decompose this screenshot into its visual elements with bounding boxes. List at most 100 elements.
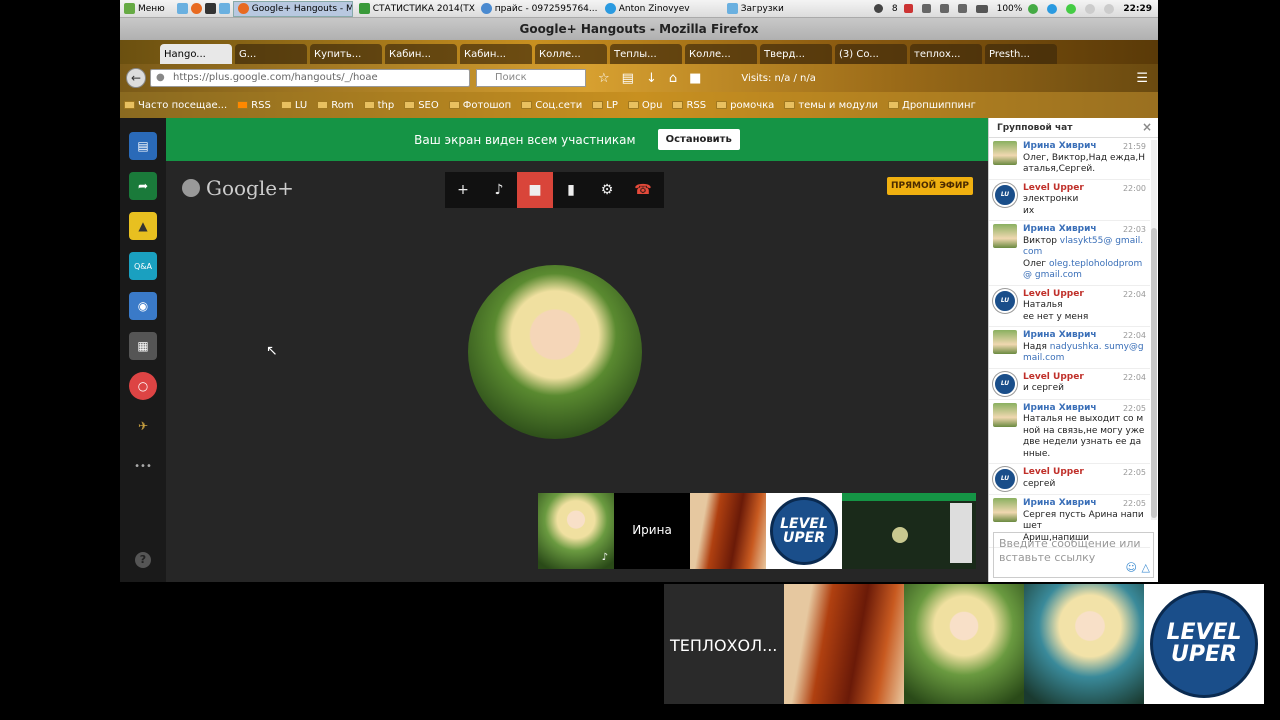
notification-icon[interactable] <box>873 4 883 13</box>
drive-icon[interactable]: △ <box>1142 561 1150 575</box>
lifebuoy-app-icon[interactable]: ○ <box>129 372 157 400</box>
tab-2[interactable]: G... <box>235 44 307 64</box>
participant-thumbnail-irina-video[interactable]: ♪ <box>538 493 614 569</box>
terminal-icon[interactable] <box>204 3 216 14</box>
tab-7[interactable]: Теплы... <box>610 44 682 64</box>
tab-hangouts[interactable]: Hango... <box>160 44 232 64</box>
chat-app-icon[interactable]: ▤ <box>129 132 157 160</box>
back-arrow-icon: ← <box>130 71 142 85</box>
live-broadcast-button[interactable]: ПРЯМОЙ ЭФИР <box>887 177 973 195</box>
bookmark-opu[interactable]: Opu <box>627 100 662 111</box>
chat-title: Групповой чат <box>997 123 1073 133</box>
wifi-icon[interactable] <box>939 4 949 13</box>
clock-text[interactable]: 22:29 <box>1123 4 1152 14</box>
taskbar-window-statistika[interactable]: СТАТИСТИКА 2014(ТХ... <box>355 1 475 17</box>
tab-12[interactable]: Presth... <box>985 44 1057 64</box>
participant-tile-teploholod[interactable]: ТЕПЛОХОЛ... <box>664 584 784 704</box>
url-bar[interactable]: ● https://plus.google.com/hangouts/_/hoae <box>150 69 470 87</box>
back-button[interactable]: ← <box>126 68 146 88</box>
navigation-toolbar: ← ● https://plus.google.com/hangouts/_/ho… <box>120 64 1158 92</box>
tab-9[interactable]: Тверд... <box>760 44 832 64</box>
bookmark-photoshop[interactable]: Фотошоп <box>448 100 511 111</box>
bookmark-star-icon[interactable]: ☆ <box>598 71 610 86</box>
chat-message: LU Level Upper 22:04 Наталья ее нет у меня <box>989 286 1150 327</box>
qa-app-icon[interactable]: Q&A <box>129 252 157 280</box>
bookmark-themes[interactable]: темы и модули <box>784 100 878 111</box>
search-input[interactable]: Поиск <box>476 69 586 87</box>
taskbar-window-downloads[interactable]: Загрузки <box>723 1 843 17</box>
firefox-launcher-icon[interactable] <box>190 3 202 14</box>
tab-6[interactable]: Колле... <box>535 44 607 64</box>
bookmark-lp[interactable]: LP <box>592 100 618 111</box>
participant-thumbnail-3[interactable] <box>690 493 766 569</box>
battery-icon[interactable] <box>975 4 988 13</box>
taskbar-window-hangouts[interactable]: Google+ Hangouts - M... <box>232 0 353 17</box>
camera-app-icon[interactable]: ◉ <box>129 292 157 320</box>
tab-5[interactable]: Кабин... <box>460 44 532 64</box>
keyboard-layout-icon[interactable] <box>903 4 913 13</box>
screenshare-app-icon[interactable]: ➦ <box>129 172 157 200</box>
bookmark-lu[interactable]: LU <box>280 100 307 111</box>
taskbar-window-prais[interactable]: прайс - 0972595764... <box>477 1 599 17</box>
participant-tile-level-upper[interactable]: LEVEL UPER <box>1144 584 1264 704</box>
camera-off-icon[interactable]: ■ <box>517 172 553 208</box>
level-upper-logo: LEVEL UPER <box>1150 590 1258 698</box>
tag-app-icon[interactable]: ▲ <box>129 212 157 240</box>
bookmark-social[interactable]: Соц.сети <box>521 100 582 111</box>
addon-icon[interactable]: ■ <box>689 71 701 86</box>
participant-thumbnail-level-upper[interactable]: LEVEL UPER <box>766 493 842 569</box>
folder-icon <box>592 101 604 109</box>
home-icon[interactable]: ⌂ <box>669 71 677 86</box>
mute-microphone-icon[interactable]: ♪ <box>481 172 517 208</box>
emoji-icon[interactable]: ☺ <box>1126 561 1137 575</box>
participant-tile-2[interactable] <box>784 584 904 704</box>
chat-message-input[interactable]: Введите сообщение или вставьте ссылку ☺ … <box>993 532 1154 578</box>
tab-10[interactable]: (3) Co... <box>835 44 907 64</box>
hang-up-icon[interactable]: ☎ <box>625 172 661 208</box>
folder-icon <box>627 101 639 109</box>
tab-4[interactable]: Кабин... <box>385 44 457 64</box>
more-apps-icon[interactable]: ••• <box>129 452 157 480</box>
participant-thumbnail-irina[interactable]: Ирина <box>614 493 690 569</box>
chat-scrollbar-thumb[interactable] <box>1151 228 1157 518</box>
bookmark-rss[interactable]: RSS <box>237 100 271 111</box>
participant-tile-4[interactable] <box>1024 584 1144 704</box>
taskbar-window-skype[interactable]: Anton Zinovyev <box>601 1 721 17</box>
bookmark-seo[interactable]: SEO <box>404 100 439 111</box>
chat-message: LU Level Upper 22:00 электронки их <box>989 180 1150 221</box>
plane-app-icon[interactable]: ✈ <box>129 412 157 440</box>
bookmarks-menu-icon[interactable]: ▤ <box>622 71 634 86</box>
user-icon[interactable] <box>921 4 931 13</box>
bookmark-romochka[interactable]: ромочка <box>716 100 774 111</box>
folder-icon <box>521 101 533 109</box>
bandwidth-icon[interactable]: ▮ <box>553 172 589 208</box>
bookmark-rom[interactable]: Rom <box>317 100 354 111</box>
files-icon[interactable] <box>176 3 188 14</box>
bookmark-dropshipping[interactable]: Дропшиппинг <box>888 100 976 111</box>
check-tray-icon[interactable] <box>1066 3 1077 14</box>
hamburger-menu-icon[interactable]: ☰ <box>1136 71 1148 86</box>
downloads-icon[interactable]: ↓ <box>646 71 657 86</box>
bookmark-most-visited[interactable]: Часто посещае... <box>124 100 227 111</box>
tab-11[interactable]: теплох... <box>910 44 982 64</box>
skype-tray-icon[interactable] <box>1047 3 1058 14</box>
muted-mic-icon: ♪ <box>601 552 608 563</box>
participant-tile-3[interactable] <box>904 584 1024 704</box>
tab-3[interactable]: Купить... <box>310 44 382 64</box>
power-icon[interactable] <box>1085 3 1096 14</box>
participant-thumbnail-screenshare[interactable] <box>842 493 976 569</box>
volume-icon[interactable] <box>957 4 967 13</box>
invite-people-icon[interactable]: + <box>445 172 481 208</box>
tab-8[interactable]: Колле... <box>685 44 757 64</box>
bookmark-thp[interactable]: thp <box>363 100 394 111</box>
evernote-icon[interactable] <box>1028 3 1039 14</box>
control-room-app-icon[interactable]: ▦ <box>129 332 157 360</box>
close-icon[interactable]: × <box>1142 120 1152 134</box>
help-icon[interactable]: ? <box>135 552 151 568</box>
folder-launcher-icon[interactable] <box>218 3 230 14</box>
stop-sharing-button[interactable]: Остановить <box>657 129 740 150</box>
bookmark-rss-2[interactable]: RSS <box>672 100 706 111</box>
system-taskbar: Меню Google+ Hangouts - M... СТАТИСТИКА … <box>120 0 1158 18</box>
menu-button[interactable]: Меню <box>120 1 169 17</box>
settings-gear-icon[interactable]: ⚙ <box>589 172 625 208</box>
